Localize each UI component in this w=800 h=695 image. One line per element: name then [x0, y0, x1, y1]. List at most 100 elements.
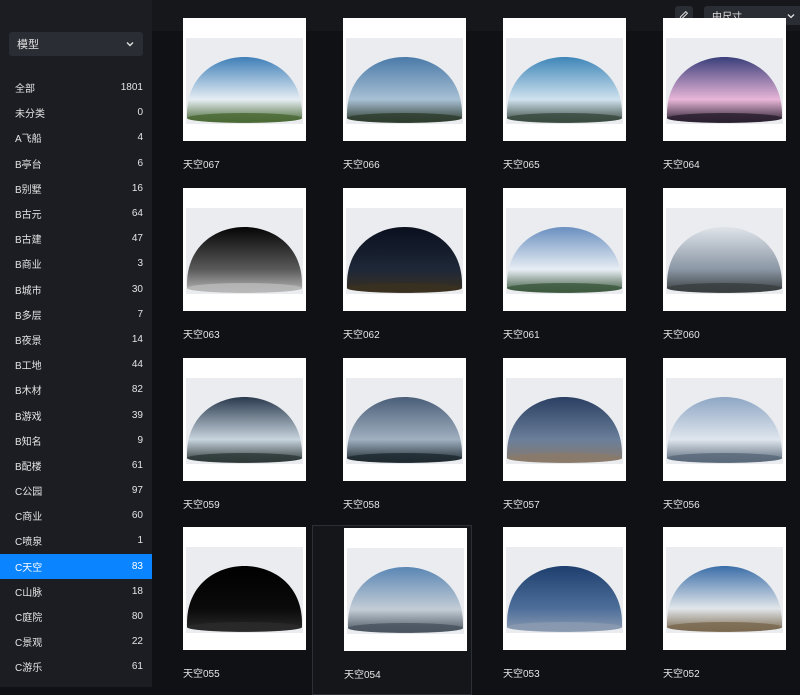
category-item[interactable]: B城市 30 [0, 277, 152, 302]
asset-card[interactable]: 天空053 [472, 525, 632, 695]
asset-thumbnail [183, 188, 306, 311]
category-item[interactable]: C喷泉 1 [0, 528, 152, 553]
category-name: A飞船 [15, 134, 42, 146]
asset-name: 天空061 [503, 330, 540, 341]
asset-card[interactable]: 天空056 [632, 356, 792, 526]
asset-card[interactable]: 天空067 [152, 16, 312, 186]
asset-grid: 天空067 天空066 天空065 天空064 天空063 天空062 天空061 天空060… [152, 18, 800, 695]
category-item[interactable]: B亭台 6 [0, 151, 152, 176]
asset-name: 天空066 [343, 160, 380, 171]
chevron-down-icon [125, 39, 135, 49]
category-item[interactable]: C景观 22 [0, 629, 152, 654]
asset-name: 天空059 [183, 500, 220, 511]
asset-name: 天空065 [503, 160, 540, 171]
category-item[interactable]: C庭院 80 [0, 604, 152, 629]
category-count: 9 [137, 434, 143, 446]
asset-card[interactable]: 天空061 [472, 186, 632, 356]
asset-card[interactable]: 天空059 [152, 356, 312, 526]
asset-name: 天空067 [183, 160, 220, 171]
category-item[interactable]: B工地 44 [0, 352, 152, 377]
category-count: 39 [131, 409, 143, 421]
asset-card[interactable]: 天空058 [312, 356, 472, 526]
category-name: C景观 [15, 638, 43, 650]
category-name: B别墅 [15, 184, 42, 196]
category-item[interactable]: C游乐 61 [0, 654, 152, 679]
category-item[interactable]: C公园 97 [0, 478, 152, 503]
asset-name: 天空060 [663, 330, 700, 341]
category-name: B工地 [15, 361, 42, 373]
category-name: C天空 [15, 562, 43, 574]
asset-thumbnail [343, 18, 466, 141]
category-item[interactable]: 未分类 0 [0, 100, 152, 125]
category-name: C公园 [15, 487, 43, 499]
category-name: B古元 [15, 210, 42, 222]
category-item[interactable]: B木材 82 [0, 377, 152, 402]
asset-name: 天空052 [663, 669, 700, 680]
asset-card[interactable]: 天空064 [632, 16, 792, 186]
asset-name: 天空062 [343, 330, 380, 341]
asset-card[interactable]: 天空062 [312, 186, 472, 356]
category-name: C游乐 [15, 663, 43, 675]
filter-type-select[interactable]: 模型 [9, 32, 143, 56]
category-count: 22 [131, 636, 143, 648]
category-name: 全部 [15, 84, 35, 96]
category-item[interactable]: C天空 83 [0, 553, 152, 579]
category-item[interactable]: B夜景 14 [0, 327, 152, 352]
asset-name: 天空063 [183, 330, 220, 341]
category-item[interactable]: B别墅 16 [0, 176, 152, 201]
category-item[interactable]: B多层 7 [0, 302, 152, 327]
asset-thumbnail [663, 358, 786, 481]
asset-thumbnail [343, 188, 466, 311]
category-name: C庭院 [15, 613, 43, 625]
asset-name: 天空055 [183, 669, 220, 680]
asset-thumbnail [344, 528, 467, 651]
asset-card[interactable]: 天空052 [632, 525, 792, 695]
category-count: 30 [131, 283, 143, 295]
asset-card[interactable]: 天空055 [152, 525, 312, 695]
category-item[interactable]: C商业 60 [0, 503, 152, 528]
category-list: 全部 1801 未分类 0 A飞船 4 B亭台 6 B别墅 16 B古元 64 B古建 47 B商业 3 B城市… [0, 75, 152, 680]
asset-card[interactable]: 天空066 [312, 16, 472, 186]
category-count: 64 [131, 208, 143, 220]
category-item[interactable]: B游戏 39 [0, 402, 152, 427]
category-name: B城市 [15, 285, 42, 297]
category-count: 3 [137, 258, 143, 270]
category-item[interactable]: B知名 9 [0, 428, 152, 453]
category-count: 1801 [120, 82, 143, 94]
category-count: 0 [137, 107, 143, 119]
asset-name: 天空053 [503, 669, 540, 680]
category-name: B知名 [15, 436, 42, 448]
asset-card[interactable]: 天空057 [472, 356, 632, 526]
asset-name: 天空056 [663, 500, 700, 511]
category-item[interactable]: A飞船 4 [0, 125, 152, 150]
category-name: B游戏 [15, 411, 42, 423]
category-count: 4 [137, 132, 143, 144]
category-name: B多层 [15, 310, 42, 322]
category-name: B木材 [15, 386, 42, 398]
category-item[interactable]: B配楼 61 [0, 453, 152, 478]
category-item[interactable]: B古建 47 [0, 226, 152, 251]
asset-card[interactable]: 天空054 [312, 525, 472, 695]
asset-thumbnail [503, 18, 626, 141]
asset-thumbnail [663, 188, 786, 311]
asset-card[interactable]: 天空065 [472, 16, 632, 186]
category-count: 97 [131, 485, 143, 497]
asset-name: 天空054 [344, 670, 381, 681]
category-count: 7 [137, 308, 143, 320]
asset-thumbnail [503, 358, 626, 481]
category-count: 61 [131, 459, 143, 471]
asset-thumbnail [183, 358, 306, 481]
category-name: B古建 [15, 235, 42, 247]
category-count: 60 [131, 510, 143, 522]
category-item[interactable]: 全部 1801 [0, 75, 152, 100]
category-count: 6 [137, 157, 143, 169]
category-item[interactable]: B商业 3 [0, 251, 152, 276]
category-item[interactable]: C山脉 18 [0, 579, 152, 604]
asset-card[interactable]: 天空063 [152, 186, 312, 356]
asset-thumbnail [183, 18, 306, 141]
category-count: 80 [131, 611, 143, 623]
category-name: C商业 [15, 512, 43, 524]
asset-name: 天空064 [663, 160, 700, 171]
asset-card[interactable]: 天空060 [632, 186, 792, 356]
category-item[interactable]: B古元 64 [0, 201, 152, 226]
